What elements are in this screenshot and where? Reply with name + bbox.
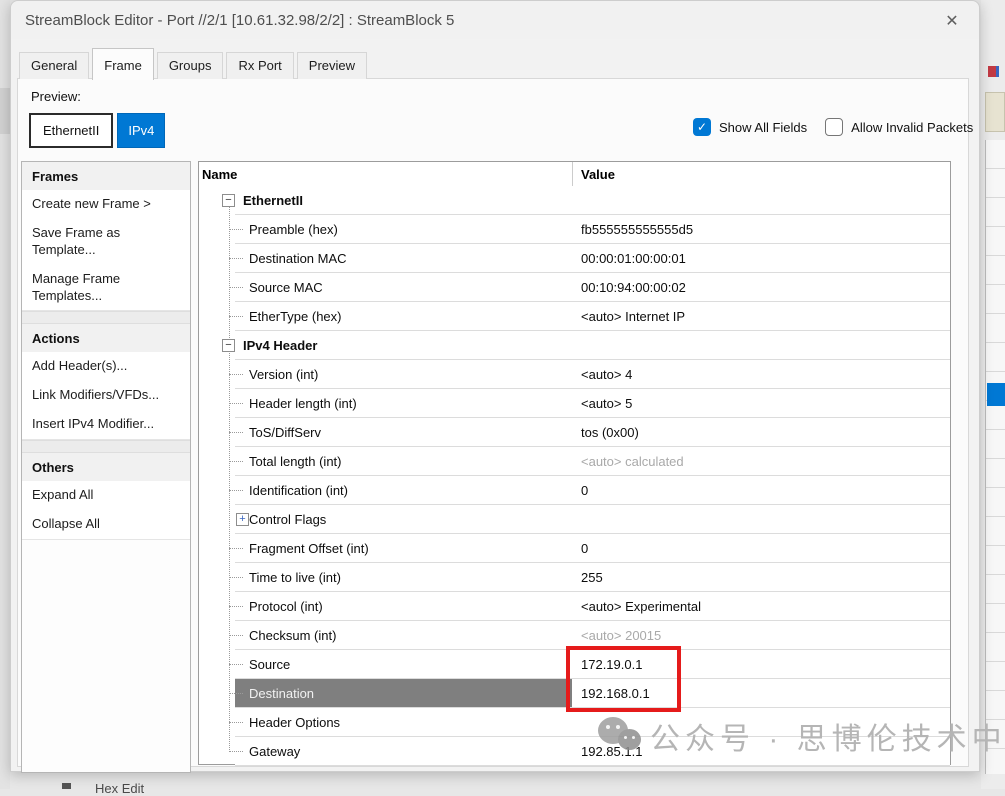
window-title: StreamBlock Editor - Port //2/1 [10.61.3… (25, 12, 454, 29)
background-app-icon (988, 66, 999, 77)
title-bar[interactable]: StreamBlock Editor - Port //2/1 [10.61.3… (11, 1, 979, 39)
table-row-destination-mac[interactable]: Destination MAC00:00:01:00:00:01 (199, 244, 950, 273)
protocol-button-row: EthernetII IPv4 (29, 113, 165, 148)
table-row-time-to-live[interactable]: Time to live (int)255 (199, 563, 950, 592)
table-row-destination[interactable]: Destination192.168.0.1 (199, 679, 950, 708)
background-grid-fragment (985, 140, 1005, 774)
table-row-ipv4-header[interactable]: − IPv4 Header (199, 331, 950, 360)
table-row-protocol[interactable]: Protocol (int)<auto> Experimental (199, 592, 950, 621)
table-row-header-length[interactable]: Header length (int)<auto> 5 (199, 389, 950, 418)
sidebar-header-actions: Actions (22, 324, 190, 352)
hex-editor-checkbox-fragment (62, 783, 71, 789)
table-row-ethernetii[interactable]: − EthernetII (199, 186, 950, 215)
tab-general[interactable]: General (19, 52, 89, 79)
check-icon: ✓ (697, 120, 707, 134)
show-all-fields-checkbox[interactable]: ✓ (693, 118, 711, 136)
sidebar-item-expand-all[interactable]: Expand All (22, 481, 190, 510)
sidebar-header-others: Others (22, 453, 190, 481)
table-row-ethertype[interactable]: EtherType (hex)<auto> Internet IP (199, 302, 950, 331)
allow-invalid-packets-checkbox[interactable] (825, 118, 843, 136)
table-row-fragment-offset[interactable]: Fragment Offset (int)0 (199, 534, 950, 563)
sidebar-item-save-frame-as-template[interactable]: Save Frame as Template... (22, 219, 190, 265)
sidebar-section-frames: Frames Create new Frame > Save Frame as … (22, 162, 190, 311)
collapse-icon[interactable]: − (222, 194, 235, 207)
frame-fields-table: Name Value − EthernetII Preamble (hex)fb… (198, 161, 951, 765)
table-row-total-length[interactable]: Total length (int)<auto> calculated (199, 447, 950, 476)
tab-preview[interactable]: Preview (297, 52, 367, 79)
table-row-gateway[interactable]: Gateway192.85.1.1 (199, 737, 950, 766)
sidebar-item-link-modifiers-vfds[interactable]: Link Modifiers/VFDs... (22, 381, 190, 410)
table-row-identification[interactable]: Identification (int)0 (199, 476, 950, 505)
table-row-header-options[interactable]: Header Options (199, 708, 950, 737)
column-header-value: Value (572, 167, 615, 182)
table-row-control-flags[interactable]: + Control Flags (199, 505, 950, 534)
sidebar-item-create-new-frame[interactable]: Create new Frame > (22, 190, 190, 219)
table-row-version[interactable]: Version (int)<auto> 4 (199, 360, 950, 389)
background-window-right-strip (981, 0, 1005, 789)
background-window-left-block (0, 88, 10, 134)
table-header: Name Value (199, 162, 950, 186)
sidebar-gap (22, 440, 190, 453)
table-row-source[interactable]: Source172.19.0.1 (199, 650, 950, 679)
tab-rx-port[interactable]: Rx Port (226, 52, 293, 79)
sidebar-section-actions: Actions Add Header(s)... Link Modifiers/… (22, 324, 190, 440)
table-row-checksum[interactable]: Checksum (int)<auto> 20015 (199, 621, 950, 650)
close-icon[interactable]: ✕ (939, 8, 965, 34)
sidebar-item-add-headers[interactable]: Add Header(s)... (22, 352, 190, 381)
background-selected-row-fragment (987, 383, 1005, 406)
sidebar-gap (22, 311, 190, 324)
show-all-fields-label: Show All Fields (719, 120, 807, 135)
ethernetii-protocol-button[interactable]: EthernetII (29, 113, 113, 148)
sidebar-section-others: Others Expand All Collapse All (22, 453, 190, 540)
sidebar-item-insert-ipv4-modifier[interactable]: Insert IPv4 Modifier... (22, 410, 190, 439)
options-row: ✓ Show All Fields Allow Invalid Packets (693, 118, 973, 136)
table-row-preamble[interactable]: Preamble (hex)fb555555555555d5 (199, 215, 950, 244)
frame-sidebar: Frames Create new Frame > Save Frame as … (21, 161, 191, 773)
table-row-source-mac[interactable]: Source MAC00:10:94:00:00:02 (199, 273, 950, 302)
sidebar-item-manage-frame-templates[interactable]: Manage Frame Templates... (22, 265, 190, 311)
streamblock-editor-dialog: StreamBlock Editor - Port //2/1 [10.61.3… (10, 0, 980, 772)
expand-icon[interactable]: + (236, 513, 249, 526)
tab-frame[interactable]: Frame (92, 48, 154, 80)
column-header-name: Name (199, 167, 572, 182)
allow-invalid-packets-label: Allow Invalid Packets (851, 120, 973, 135)
sidebar-item-collapse-all[interactable]: Collapse All (22, 510, 190, 539)
preview-label: Preview: (31, 89, 81, 104)
table-row-tos-diffserv[interactable]: ToS/DiffServtos (0x00) (199, 418, 950, 447)
sidebar-header-frames: Frames (22, 162, 190, 190)
tab-strip: General Frame Groups Rx Port Preview (19, 41, 370, 79)
ipv4-protocol-button[interactable]: IPv4 (117, 113, 165, 148)
background-toolbar-fragment (985, 92, 1005, 132)
tab-groups[interactable]: Groups (157, 52, 224, 79)
collapse-icon[interactable]: − (222, 339, 235, 352)
